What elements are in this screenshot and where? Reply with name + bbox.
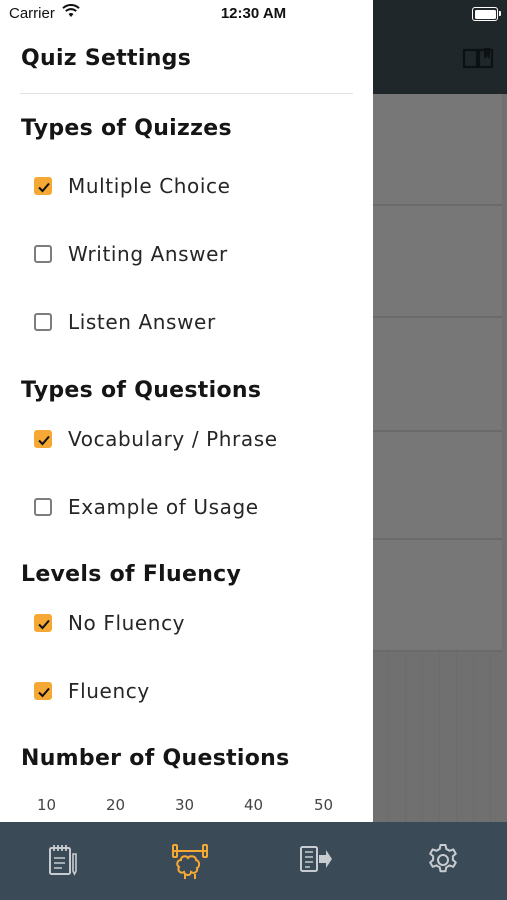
slider-tick-label: 10 xyxy=(37,796,57,814)
notebook-icon xyxy=(49,845,77,876)
background-card xyxy=(372,318,502,432)
background-card xyxy=(372,94,502,206)
option-listen-answer[interactable]: Listen Answer xyxy=(34,308,216,336)
quiz-settings-drawer: Quiz Settings Types of Quizzes Multiple … xyxy=(0,0,373,822)
section-title-levels-of-fluency: Levels of Fluency xyxy=(21,562,242,587)
checkbox-unchecked[interactable] xyxy=(34,245,52,263)
option-label: Multiple Choice xyxy=(68,174,231,198)
checkbox-checked[interactable] xyxy=(34,614,52,632)
status-time: 12:30 AM xyxy=(220,5,287,22)
option-example-of-usage[interactable]: Example of Usage xyxy=(34,493,259,521)
checkmark-icon xyxy=(38,435,50,446)
flashcard-icon xyxy=(300,846,332,872)
tab-settings[interactable] xyxy=(380,822,506,900)
tab-flashcards[interactable] xyxy=(253,822,379,900)
option-no-fluency[interactable]: No Fluency xyxy=(34,609,185,637)
option-label: Fluency xyxy=(68,679,150,703)
slider-tick-label: 50 xyxy=(314,796,334,814)
section-title-types-of-questions: Types of Questions xyxy=(21,378,262,403)
checkbox-checked[interactable] xyxy=(34,430,52,448)
option-label: No Fluency xyxy=(68,611,186,635)
option-label: Listen Answer xyxy=(68,310,216,334)
option-label: Example of Usage xyxy=(68,495,259,519)
status-bar: Carrier 12:30 AM xyxy=(0,0,507,28)
checkbox-checked[interactable] xyxy=(34,177,52,195)
option-vocabulary-phrase[interactable]: Vocabulary / Phrase xyxy=(34,425,278,453)
slider-tick-label: 30 xyxy=(175,796,195,814)
checkmark-icon xyxy=(38,182,50,193)
question-count-slider-ticks[interactable]: 10 20 30 40 50 xyxy=(0,796,373,816)
drawer-title: Quiz Settings xyxy=(21,46,192,71)
option-multiple-choice[interactable]: Multiple Choice xyxy=(34,172,231,200)
checkmark-icon xyxy=(38,687,50,698)
option-writing-answer[interactable]: Writing Answer xyxy=(34,240,228,268)
tab-notebook[interactable] xyxy=(0,822,126,900)
tab-brain-workout[interactable] xyxy=(127,822,253,900)
checkbox-unchecked[interactable] xyxy=(34,313,52,331)
background-card xyxy=(372,540,502,652)
book-icon xyxy=(462,48,494,69)
section-title-types-of-quizzes: Types of Quizzes xyxy=(21,116,232,141)
section-title-number-of-questions: Number of Questions xyxy=(21,746,290,771)
gear-icon xyxy=(429,844,457,873)
checkbox-unchecked[interactable] xyxy=(34,498,52,516)
slider-tick-label: 20 xyxy=(106,796,126,814)
option-fluency[interactable]: Fluency xyxy=(34,677,150,705)
tab-bar xyxy=(0,822,507,900)
checkbox-checked[interactable] xyxy=(34,682,52,700)
divider xyxy=(20,93,353,94)
battery-icon xyxy=(472,7,501,21)
option-label: Vocabulary / Phrase xyxy=(68,427,278,451)
option-label: Writing Answer xyxy=(68,242,228,266)
checkmark-icon xyxy=(38,619,50,630)
background-list xyxy=(372,652,507,822)
background-card xyxy=(372,432,502,540)
background-card xyxy=(372,206,502,318)
slider-tick-label: 40 xyxy=(244,796,264,814)
brain-workout-icon xyxy=(172,844,208,879)
